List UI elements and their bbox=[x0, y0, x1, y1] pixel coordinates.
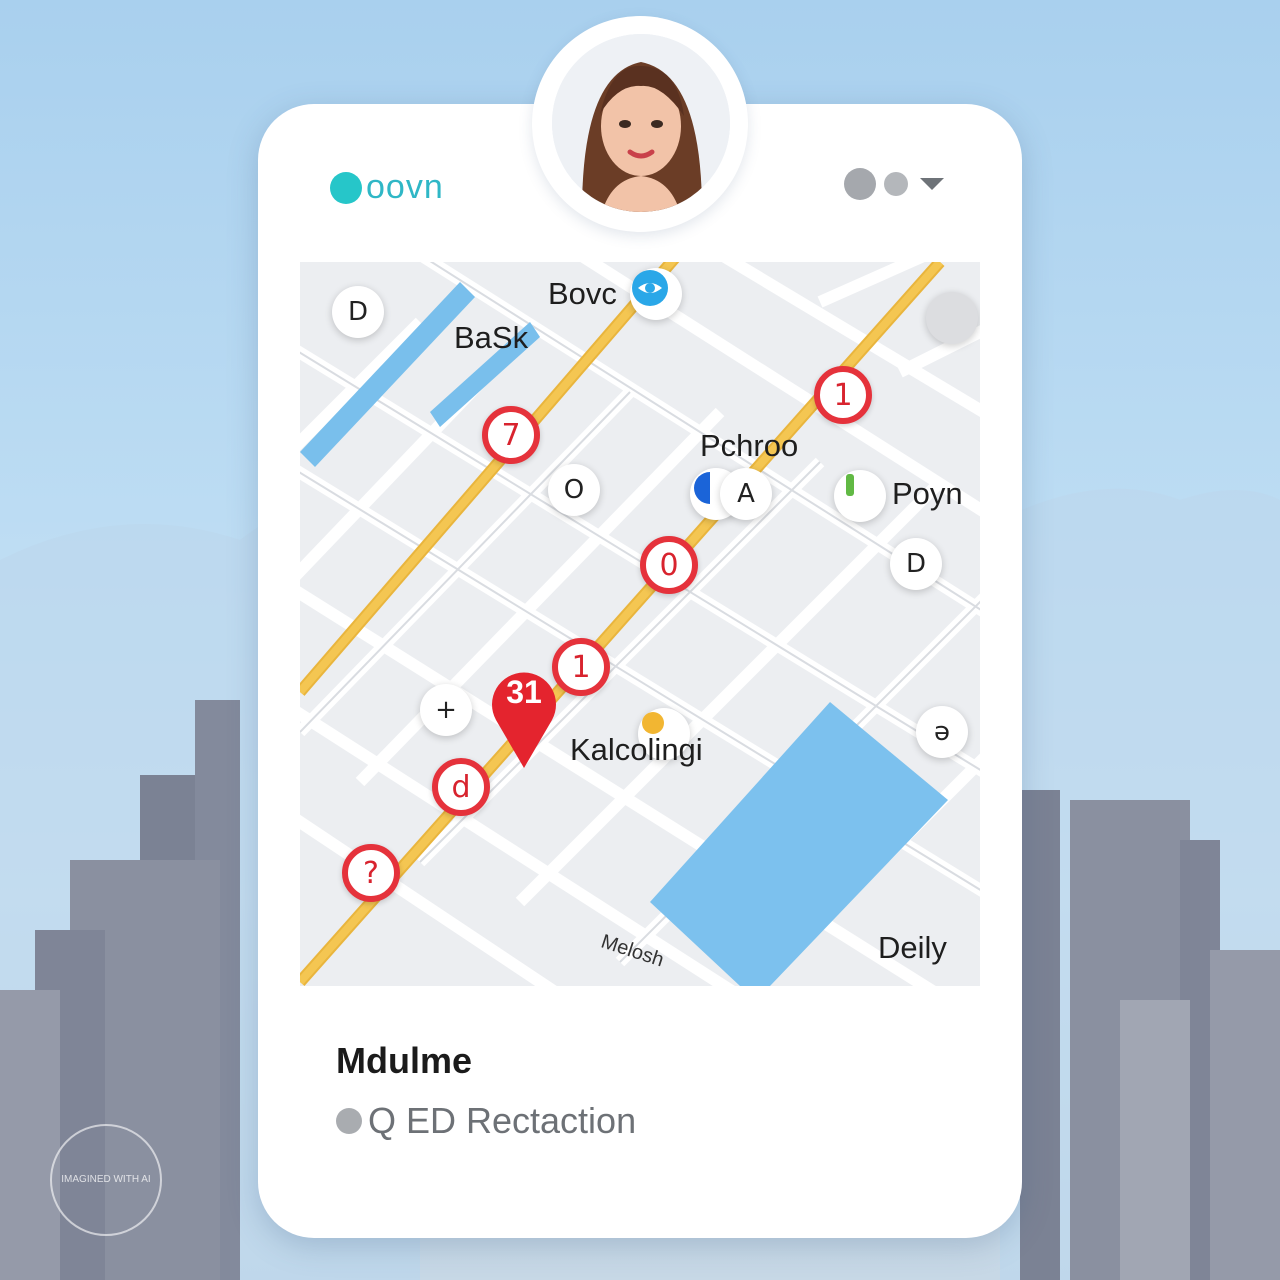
poi-marker[interactable]: O bbox=[548, 464, 600, 516]
eye-icon bbox=[632, 270, 668, 306]
status-row: Q ED Rectaction bbox=[336, 1100, 636, 1142]
map-label: Poyn bbox=[892, 476, 963, 511]
poi-marker[interactable]: A bbox=[720, 468, 772, 520]
map-label: Bovc bbox=[548, 276, 617, 311]
selected-pin-label: 31 bbox=[506, 674, 542, 710]
user-avatar-icon bbox=[552, 34, 730, 212]
map-label: Pchroo bbox=[700, 428, 799, 463]
map-pin-red[interactable]: 0 bbox=[640, 536, 698, 594]
dot-icon bbox=[884, 172, 908, 196]
scene: oovn 7 1 0 1 d ? D O D + ə A Bovc BaSk P… bbox=[0, 0, 1280, 1280]
poi-marker[interactable]: + bbox=[420, 684, 472, 736]
poi-marker[interactable]: D bbox=[332, 286, 384, 338]
dot-icon bbox=[844, 168, 876, 200]
park-icon bbox=[846, 474, 854, 496]
status-dot-icon bbox=[336, 1108, 362, 1134]
poi-marker-blue[interactable] bbox=[630, 268, 682, 320]
map-streets bbox=[300, 262, 980, 986]
map-pin-red[interactable]: d bbox=[432, 758, 490, 816]
header-menu[interactable] bbox=[844, 168, 944, 200]
watermark-text: IMAGINED WITH AI bbox=[61, 1174, 151, 1185]
location-target-icon[interactable] bbox=[926, 292, 978, 344]
map-label: Kalcolingi bbox=[570, 732, 703, 767]
map-view[interactable]: 7 1 0 1 d ? D O D + ə A Bovc BaSk Pchroo… bbox=[300, 262, 980, 986]
brand-logo[interactable]: oovn bbox=[330, 168, 444, 207]
map-pin-red[interactable]: ? bbox=[342, 844, 400, 902]
map-label: BaSk bbox=[454, 320, 529, 355]
caret-down-icon[interactable] bbox=[920, 178, 944, 190]
map-label: Deily bbox=[878, 930, 947, 965]
poi-marker[interactable]: D bbox=[890, 538, 942, 590]
avatar[interactable] bbox=[552, 34, 730, 212]
map-pin-red[interactable]: 1 bbox=[552, 638, 610, 696]
place-title: Mdulme bbox=[336, 1040, 473, 1081]
brand-name: oovn bbox=[366, 168, 444, 206]
map-pin-red[interactable]: 1 bbox=[814, 366, 872, 424]
brand-dot-icon bbox=[330, 171, 362, 204]
map-pin-red[interactable]: 7 bbox=[482, 406, 540, 464]
status-text: Q ED Rectaction bbox=[368, 1100, 637, 1141]
poi-marker[interactable]: ə bbox=[916, 706, 968, 758]
watermark-badge: IMAGINED WITH AI bbox=[50, 1124, 162, 1236]
poi-marker-green[interactable] bbox=[834, 470, 886, 522]
